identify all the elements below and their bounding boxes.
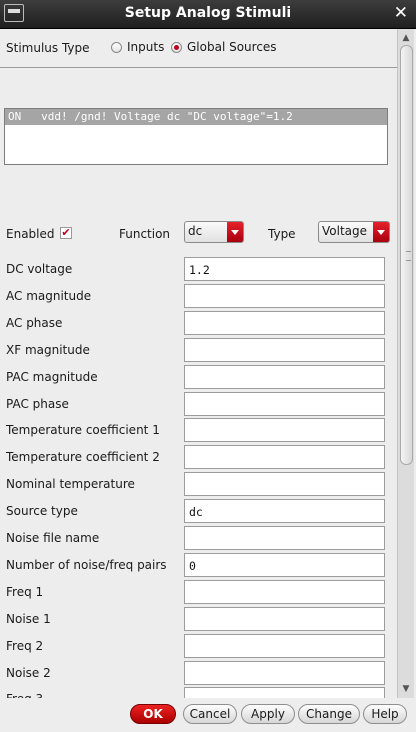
field-input[interactable] <box>184 338 385 362</box>
field-input[interactable] <box>184 445 385 469</box>
change-button[interactable]: Change <box>298 704 360 724</box>
stimulus-type-label: Stimulus Type <box>6 41 90 55</box>
field-label: Noise 1 <box>6 612 51 626</box>
radio-global-sources-icon[interactable] <box>171 41 182 53</box>
field-label: Temperature coefficient 2 <box>6 450 160 464</box>
field-input[interactable] <box>184 580 385 604</box>
field-input[interactable] <box>184 365 385 389</box>
form-content: Stimulus Type Inputs Global Sources ON v… <box>0 29 397 698</box>
window-title: Setup Analog Stimuli <box>124 5 292 21</box>
apply-button[interactable]: Apply <box>241 704 295 724</box>
title-bar: Setup Analog Stimuli ✕ <box>0 0 416 29</box>
field-input[interactable] <box>184 661 385 685</box>
field-label: DC voltage <box>6 262 73 276</box>
help-button[interactable]: Help <box>363 704 407 724</box>
type-dropdown[interactable]: Voltage <box>318 221 390 243</box>
field-input[interactable] <box>184 418 385 442</box>
field-label: Freq 2 <box>6 639 44 653</box>
field-label: Temperature coefficient 1 <box>6 423 160 437</box>
divider <box>0 67 397 68</box>
field-input[interactable] <box>184 687 385 698</box>
scroll-down-icon[interactable]: ▼ <box>398 682 414 696</box>
field-label: AC magnitude <box>6 289 92 303</box>
stimuli-list[interactable]: ON vdd! /gnd! Voltage dc "DC voltage"=1.… <box>4 108 388 165</box>
radio-global-sources-label: Global Sources <box>187 40 277 54</box>
field-label: Source type <box>6 504 78 518</box>
cancel-button[interactable]: Cancel <box>183 704 237 724</box>
radio-inputs-label: Inputs <box>127 40 165 54</box>
enabled-label: Enabled <box>6 227 55 241</box>
field-input[interactable] <box>184 607 385 631</box>
field-label: Noise file name <box>6 531 100 545</box>
radio-inputs[interactable]: Inputs <box>111 40 164 54</box>
function-dropdown[interactable]: dc <box>184 221 244 243</box>
field-input[interactable]: 1.2 <box>184 257 385 281</box>
grip-icon <box>406 251 411 261</box>
field-label: Number of noise/freq pairs <box>6 558 167 572</box>
stimuli-list-row[interactable]: ON vdd! /gnd! Voltage dc "DC voltage"=1.… <box>5 109 387 125</box>
radio-global-sources[interactable]: Global Sources <box>171 40 277 54</box>
chevron-down-icon[interactable] <box>373 222 389 242</box>
field-input[interactable] <box>184 526 385 550</box>
type-label: Type <box>268 227 296 241</box>
chevron-down-icon[interactable] <box>227 222 243 242</box>
type-value: Voltage <box>322 224 368 238</box>
field-label: XF magnitude <box>6 343 90 357</box>
field-label: Freq 1 <box>6 585 44 599</box>
field-input[interactable] <box>184 392 385 416</box>
close-icon[interactable]: ✕ <box>394 3 408 23</box>
scrollbar-thumb[interactable] <box>400 45 413 465</box>
scroll-up-icon[interactable]: ▲ <box>398 31 414 45</box>
field-label: Nominal temperature <box>6 477 135 491</box>
field-input[interactable] <box>184 472 385 496</box>
ok-button[interactable]: OK <box>130 704 176 724</box>
field-input[interactable] <box>184 634 385 658</box>
field-label: AC phase <box>6 316 63 330</box>
enabled-checkbox[interactable]: ✔ <box>60 227 72 239</box>
field-input[interactable]: dc <box>184 499 385 523</box>
function-value: dc <box>188 224 203 238</box>
field-input[interactable]: 0 <box>184 553 385 577</box>
field-input[interactable] <box>184 311 385 335</box>
field-input[interactable] <box>184 284 385 308</box>
field-label: Noise 2 <box>6 666 51 680</box>
field-label: PAC magnitude <box>6 370 98 384</box>
field-label: PAC phase <box>6 397 69 411</box>
function-label: Function <box>119 227 171 241</box>
radio-inputs-icon[interactable] <box>111 41 122 53</box>
vertical-scrollbar[interactable]: ▲ ▼ <box>397 29 414 698</box>
button-bar: OK Cancel Apply Change Help <box>0 698 416 732</box>
